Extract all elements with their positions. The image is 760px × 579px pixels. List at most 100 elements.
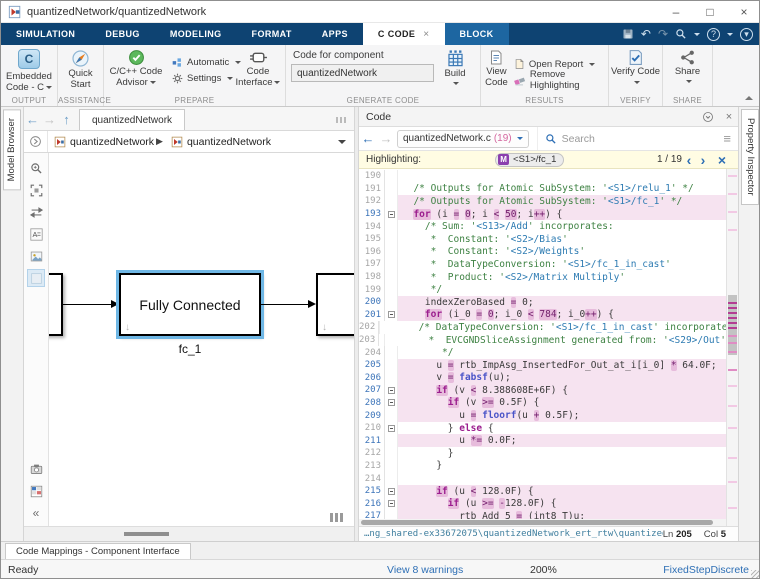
property-inspector-tab[interactable]: Property Inspector xyxy=(741,109,759,205)
next-highlight-icon[interactable]: › xyxy=(696,152,710,168)
code-line-196[interactable]: 196 * Constant: '<S2>/Weights' xyxy=(359,246,726,259)
scrollbar-thumb[interactable] xyxy=(361,520,713,525)
code-line-208[interactable]: 208 if (v >= 0.5F) { xyxy=(359,397,726,410)
collapse-toolstrip-icon[interactable] xyxy=(745,92,753,100)
ribbon-tab-debug[interactable]: DEBUG xyxy=(90,23,155,45)
redo-icon[interactable]: ↷ xyxy=(658,28,668,40)
share-button[interactable]: Share xyxy=(663,48,712,86)
code-line-198[interactable]: 198 * Product: '<S2>/Matrix Multiply' xyxy=(359,271,726,284)
screenshot-icon[interactable] xyxy=(27,460,45,478)
code-forward-icon[interactable]: → xyxy=(377,131,395,146)
forward-icon[interactable]: → xyxy=(41,112,58,130)
block-left-partial[interactable] xyxy=(49,273,63,336)
close-button[interactable]: × xyxy=(727,5,760,19)
code-editor[interactable]: 190191 /* Outputs for Atomic SubSystem: … xyxy=(359,169,738,526)
model-browser-tab[interactable]: Model Browser xyxy=(3,109,21,190)
component-input[interactable]: quantizedNetwork xyxy=(291,64,434,82)
code-line-215[interactable]: 215 if (u < 128.0F) { xyxy=(359,485,726,498)
code-trace-badge-icon[interactable]: ↓ xyxy=(322,322,327,333)
scrollbar-thumb[interactable] xyxy=(124,532,169,536)
fold-toggle-icon[interactable] xyxy=(385,309,398,322)
code-mappings-tab[interactable]: Code Mappings - Component Interface xyxy=(5,543,191,559)
collapse-palette-icon[interactable]: « xyxy=(27,504,45,522)
code-hscrollbar[interactable] xyxy=(359,519,726,526)
ribbon-tab-format[interactable]: FORMAT xyxy=(237,23,307,45)
code-line-202[interactable]: 202 /* DataTypeConversion: '<S1>/fc_1_in… xyxy=(359,321,726,334)
verify-code-button[interactable]: Verify Code xyxy=(609,48,662,88)
code-line-205[interactable]: 205 u = rtb_ImpAsg_InsertedFor_Out_at_i[… xyxy=(359,359,726,372)
code-line-194[interactable]: 194 /* Sum: '<S13>/Add' incorporates: xyxy=(359,220,726,233)
fold-toggle-icon[interactable] xyxy=(385,208,398,221)
diagram-canvas[interactable]: Fully Connected ↓ fc_1 ↓ xyxy=(49,153,354,526)
code-line-206[interactable]: 206 v = fabsf(u); xyxy=(359,372,726,385)
signal-routing-icon[interactable] xyxy=(27,203,45,221)
code-line-214[interactable]: 214 xyxy=(359,472,726,485)
view-warnings-link[interactable]: View 8 warnings xyxy=(387,564,463,576)
fit-to-view-icon[interactable] xyxy=(27,181,45,199)
solver-link[interactable]: FixedStepDiscrete xyxy=(663,564,749,576)
signal-line-out[interactable] xyxy=(261,304,309,305)
code-line-203[interactable]: 203 * EVCGNDSliceAssignment generated fr… xyxy=(359,334,726,347)
code-line-195[interactable]: 195 * Constant: '<S2>/Bias' xyxy=(359,233,726,246)
help-dropdown-icon[interactable] xyxy=(727,33,733,39)
search-input[interactable]: Search xyxy=(537,127,717,150)
scrollbar-thumb[interactable] xyxy=(728,295,737,355)
canvas-hscrollbar[interactable] xyxy=(24,526,354,541)
code-line-199[interactable]: 199 */ xyxy=(359,283,726,296)
save-icon[interactable] xyxy=(622,28,634,40)
fold-toggle-icon[interactable] xyxy=(385,497,398,510)
menu-icon[interactable]: ≡ xyxy=(723,131,731,146)
code-line-193[interactable]: 193 for (i = 0; i < 50; i++) { xyxy=(359,208,726,221)
automatic-button[interactable]: Automatic xyxy=(170,54,230,70)
panel-close-icon[interactable]: × xyxy=(720,111,738,123)
canvas-resize-grip[interactable] xyxy=(330,513,344,522)
ribbon-tab-apps[interactable]: APPS xyxy=(307,23,363,45)
code-line-201[interactable]: 201 for (i_0 = 0; i_0 < 784; i_0++) { xyxy=(359,309,726,322)
maximize-button[interactable]: □ xyxy=(693,5,727,19)
ribbon-tab-c-code[interactable]: C CODE× xyxy=(363,23,445,45)
code-line-190[interactable]: 190 xyxy=(359,170,726,183)
canvas-tab[interactable]: quantizedNetwork xyxy=(79,109,185,130)
code-line-212[interactable]: 212 } xyxy=(359,447,726,460)
file-path[interactable]: …ng_shared-ex33672075\quantizedNetwork_e… xyxy=(364,529,663,539)
annotation-icon[interactable]: A xyxy=(27,225,45,243)
code-line-200[interactable]: 200 indexZeroBased = 0; xyxy=(359,296,726,309)
code-line-204[interactable]: 204 */ xyxy=(359,346,726,359)
prev-highlight-icon[interactable]: ‹ xyxy=(682,152,696,168)
undo-icon[interactable]: ↶ xyxy=(641,28,651,40)
viewmarks-icon[interactable] xyxy=(27,247,45,265)
settings-button[interactable]: Settings xyxy=(170,70,230,86)
breadcrumb-dropdown-icon[interactable] xyxy=(338,140,346,148)
code-vscrollbar[interactable] xyxy=(726,169,738,526)
minimize-ribbon-icon[interactable]: ▾ xyxy=(740,28,753,41)
panel-menu-icon[interactable] xyxy=(702,111,720,123)
block-right-partial[interactable]: ↓ xyxy=(316,273,354,336)
code-line-216[interactable]: 216 if (u >= -128.0F) { xyxy=(359,497,726,510)
code-line-210[interactable]: 210 } else { xyxy=(359,422,726,435)
signal-line-in[interactable] xyxy=(63,304,112,305)
model-data-editor-icon[interactable] xyxy=(27,482,45,500)
help-icon[interactable]: ? xyxy=(707,28,720,41)
highlight-tag[interactable]: M <S1>/fc_1 xyxy=(495,153,564,167)
fold-toggle-icon[interactable] xyxy=(385,384,398,397)
search-dropdown-icon[interactable] xyxy=(694,33,700,39)
block-name-label[interactable]: fc_1 xyxy=(119,342,261,356)
file-dropdown[interactable]: quantizedNetwork.c (19) xyxy=(397,130,529,148)
fold-toggle-icon[interactable] xyxy=(385,397,398,410)
clear-highlighting-icon[interactable]: × xyxy=(710,152,734,168)
ribbon-tab-block[interactable]: BLOCK xyxy=(445,23,509,45)
code-line-191[interactable]: 191 /* Outputs for Atomic SubSystem: '<S… xyxy=(359,183,726,196)
code-line-211[interactable]: 211 u *= 0.0F; xyxy=(359,434,726,447)
minimize-button[interactable]: – xyxy=(659,5,693,19)
code-line-209[interactable]: 209 u = floorf(u + 0.5F); xyxy=(359,409,726,422)
code-trace-badge-icon[interactable]: ↓ xyxy=(125,322,130,333)
breadcrumb-item-root[interactable]: quantizedNetwork xyxy=(48,136,154,148)
explorer-bar-toggle-icon[interactable] xyxy=(24,131,48,152)
block-fc-1[interactable]: Fully Connected ↓ xyxy=(119,273,261,336)
zoom-icon[interactable] xyxy=(27,159,45,177)
ribbon-tab-simulation[interactable]: SIMULATION xyxy=(1,23,90,45)
code-line-192[interactable]: 192 /* Outputs for Atomic SubSystem: '<S… xyxy=(359,195,726,208)
close-tab-icon[interactable]: × xyxy=(423,29,429,40)
back-icon[interactable]: ← xyxy=(24,112,41,130)
window-resize-grip[interactable] xyxy=(751,570,759,578)
